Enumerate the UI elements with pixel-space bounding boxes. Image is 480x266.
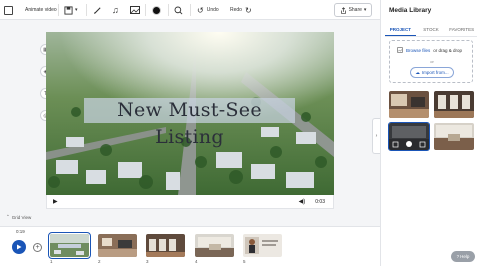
upload-dropzone[interactable]: Browse files or drag & drop or ☁ Import … (389, 40, 473, 83)
player-controls: ▶ ◀) 0:03 (46, 195, 334, 209)
timeline: 0:19 + 1 2 3 4 5 (0, 226, 380, 266)
redo-icon: ↻ (244, 5, 252, 15)
time-display: 0:03 (315, 198, 325, 205)
chevron-right-icon: › (375, 133, 378, 139)
play-icon (17, 244, 22, 250)
divider (86, 4, 87, 16)
chevron-down-icon: ▾ (75, 7, 78, 13)
divider (145, 4, 146, 16)
play-icon[interactable]: ▶ (53, 198, 58, 205)
tab-stock[interactable]: STOCK (416, 25, 447, 36)
save-dropdown[interactable]: ▾ (64, 2, 78, 18)
clip-thumbnail (195, 234, 234, 257)
clip-thumbnail (146, 234, 185, 257)
tab-favorites[interactable]: FAVORITES (446, 25, 477, 36)
sidebar-toggle[interactable]: › (372, 118, 380, 154)
media-item-hovered[interactable] (388, 122, 430, 151)
save-icon (64, 5, 73, 15)
music-note-icon: ♫ (112, 5, 119, 15)
timeline-clip[interactable] (195, 234, 234, 257)
volume-icon[interactable]: ◀) (299, 198, 306, 205)
help-label: Help (460, 254, 470, 259)
media-thumbnail (389, 91, 429, 118)
divider (190, 4, 191, 16)
timeline-clip[interactable] (98, 234, 137, 257)
animate-video-label: Animate video (25, 7, 57, 13)
divider (58, 4, 59, 16)
music-button[interactable]: ♫ (112, 2, 119, 18)
help-button[interactable]: ? Help (451, 251, 475, 262)
media-library-panel: Media Library PROJECT STOCK FAVORITES Br… (380, 0, 480, 266)
import-from-button[interactable]: ☁ Import from... (410, 67, 454, 78)
media-library-tabs: PROJECT STOCK FAVORITES (385, 25, 477, 37)
clip-thumbnail (50, 234, 89, 257)
search-icon (174, 6, 183, 14)
clip-thumbnail (243, 234, 282, 257)
upload-file-icon (397, 47, 403, 53)
undo-icon: ↺ (197, 5, 204, 15)
pen-icon (93, 6, 101, 14)
clip-number: 2 (98, 259, 101, 264)
grid-view-label: Grid View (11, 214, 32, 220)
play-button[interactable] (12, 240, 26, 254)
select-tool[interactable] (4, 2, 13, 18)
color-circle-icon (152, 5, 161, 15)
clip-number: 1 (50, 259, 53, 264)
search-button[interactable] (174, 2, 183, 18)
share-label: Share (348, 7, 362, 13)
chevron-up-icon: ⌃ (6, 214, 10, 219)
timeline-clip[interactable] (146, 234, 185, 257)
browse-row: Browse files or drag & drop (397, 47, 462, 53)
pen-tool-button[interactable] (93, 2, 102, 18)
timeline-time: 0:19 (16, 229, 25, 234)
undo-button[interactable]: ↺ Undo (197, 2, 219, 18)
help-icon: ? (456, 254, 460, 259)
clip-number: 4 (195, 259, 198, 264)
media-item[interactable] (389, 91, 429, 118)
or-separator: or (430, 59, 434, 64)
timeline-clip[interactable] (243, 234, 282, 257)
top-toolbar: Animate video ▾ ♫ ↺ Undo Redo ↻ Share ▾ (0, 0, 380, 20)
undo-label: Undo (206, 7, 219, 13)
video-title-text[interactable]: New Must-See Listing (84, 97, 295, 148)
clip-thumbnail (98, 234, 137, 257)
media-button[interactable] (130, 2, 140, 18)
media-thumbnail (389, 123, 429, 150)
import-label: Import from... (421, 70, 449, 75)
share-button[interactable]: Share ▾ (334, 3, 372, 17)
browse-suffix: or drag & drop (433, 47, 463, 53)
cloud-icon: ☁ (415, 69, 420, 75)
media-thumbnail (434, 123, 474, 150)
color-button[interactable] (152, 2, 161, 18)
redo-label: Redo (230, 7, 242, 13)
chevron-down-icon: ▾ (363, 7, 367, 13)
media-item[interactable] (434, 91, 474, 118)
plus-icon: + (35, 244, 40, 251)
image-icon (130, 6, 140, 14)
media-library-title: Media Library (389, 7, 432, 14)
share-icon (340, 6, 346, 14)
clip-number: 3 (146, 259, 149, 264)
browse-files-link[interactable]: Browse files (406, 48, 430, 53)
animate-video-button[interactable]: Animate video (25, 2, 57, 18)
clip-number: 5 (243, 259, 246, 264)
timeline-clip[interactable] (48, 232, 91, 259)
square-icon (4, 5, 13, 15)
media-thumbnail (434, 91, 474, 118)
media-item[interactable] (434, 123, 474, 150)
redo-button[interactable]: Redo ↻ (230, 2, 252, 18)
grid-view-toggle[interactable]: ⌃ Grid View (6, 214, 31, 220)
divider (168, 4, 169, 16)
tab-project[interactable]: PROJECT (385, 25, 416, 36)
add-clip-button[interactable]: + (33, 243, 42, 252)
